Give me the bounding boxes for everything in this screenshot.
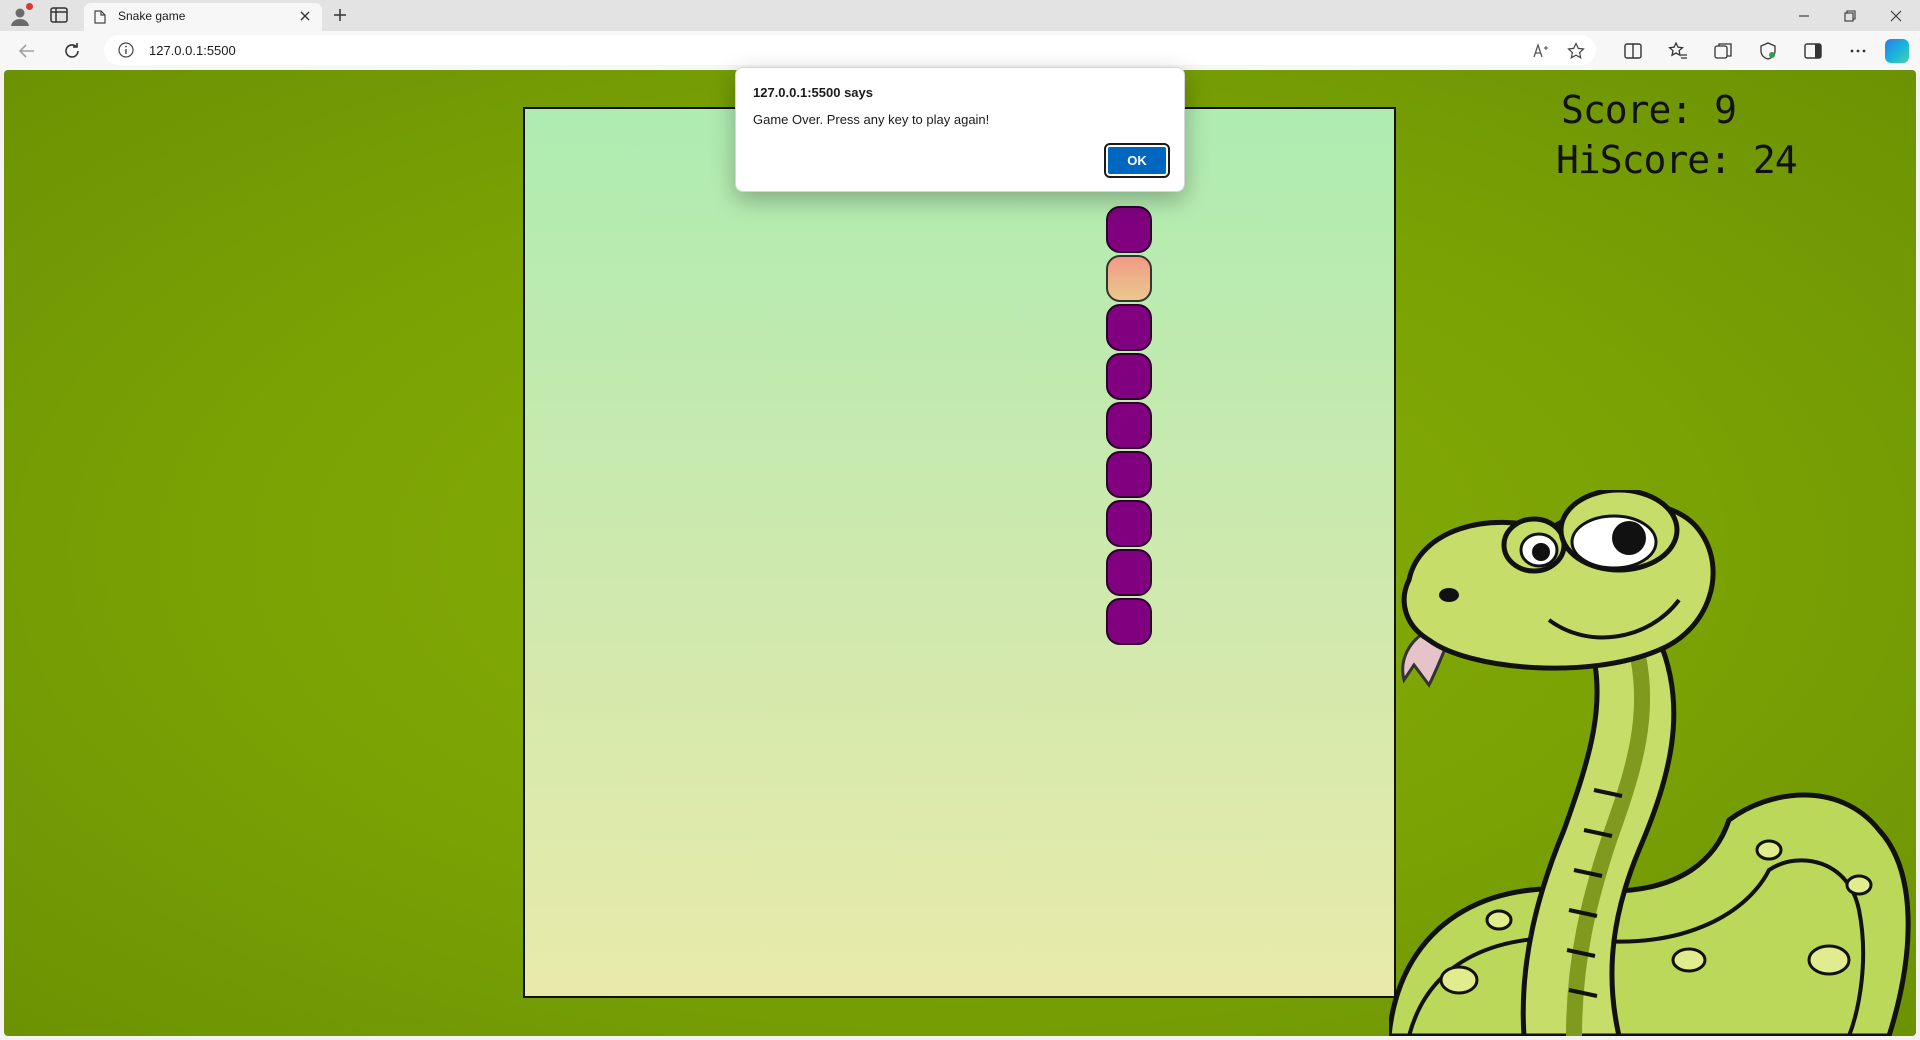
copilot-icon[interactable] [1885,39,1909,63]
sidebar-icon[interactable] [1803,41,1823,61]
snake-segment [1106,549,1152,596]
dialog-title: 127.0.0.1:5500 says [753,85,873,100]
more-options-icon[interactable] [1848,41,1868,61]
url-text[interactable]: 127.0.0.1:5500 [149,43,236,58]
tab-title: Snake game [118,9,186,23]
collections-icon[interactable] [1713,41,1733,61]
score-display: Score: 9 [1561,88,1737,132]
refresh-icon[interactable] [62,41,82,61]
favorite-star-icon[interactable] [1567,42,1585,60]
alert-dialog: 127.0.0.1:5500 says Game Over. Press any… [735,67,1185,192]
cartoon-snake-image [1389,490,1911,1036]
snake-segment [1106,451,1152,498]
tab-strip: Snake game [0,0,1920,31]
tab-actions-icon[interactable] [50,7,68,23]
snake-segment [1106,304,1152,351]
browser-essentials-icon[interactable] [1758,41,1778,61]
hiscore-display: HiScore: 24 [1556,138,1798,182]
address-bar[interactable]: 127.0.0.1:5500 [104,35,1596,65]
notification-dot-icon [26,3,33,10]
minimize-icon[interactable] [1781,0,1827,31]
game-board [523,107,1396,998]
snake-segment [1106,353,1152,400]
page-icon [94,10,106,24]
close-tab-icon[interactable] [298,9,312,23]
close-window-icon[interactable] [1873,0,1919,31]
read-aloud-icon[interactable] [1532,42,1550,60]
dialog-message: Game Over. Press any key to play again! [753,112,990,127]
new-tab-icon[interactable] [332,7,348,23]
snake-segment [1106,598,1152,645]
ok-button[interactable]: OK [1104,143,1170,178]
tab-snake-game[interactable]: Snake game [84,3,322,31]
snake-segment [1106,402,1152,449]
back-icon[interactable] [17,41,37,61]
restore-icon[interactable] [1827,0,1873,31]
split-screen-icon[interactable] [1623,41,1643,61]
page-viewport: Score: 9 HiScore: 24 [4,70,1916,1036]
snake-segment [1106,500,1152,547]
browser-toolbar: 127.0.0.1:5500 [0,31,1920,70]
site-info-icon[interactable] [118,42,134,58]
snake-food [1106,255,1152,302]
snake-segment [1106,206,1152,253]
favorites-icon[interactable] [1668,41,1688,61]
